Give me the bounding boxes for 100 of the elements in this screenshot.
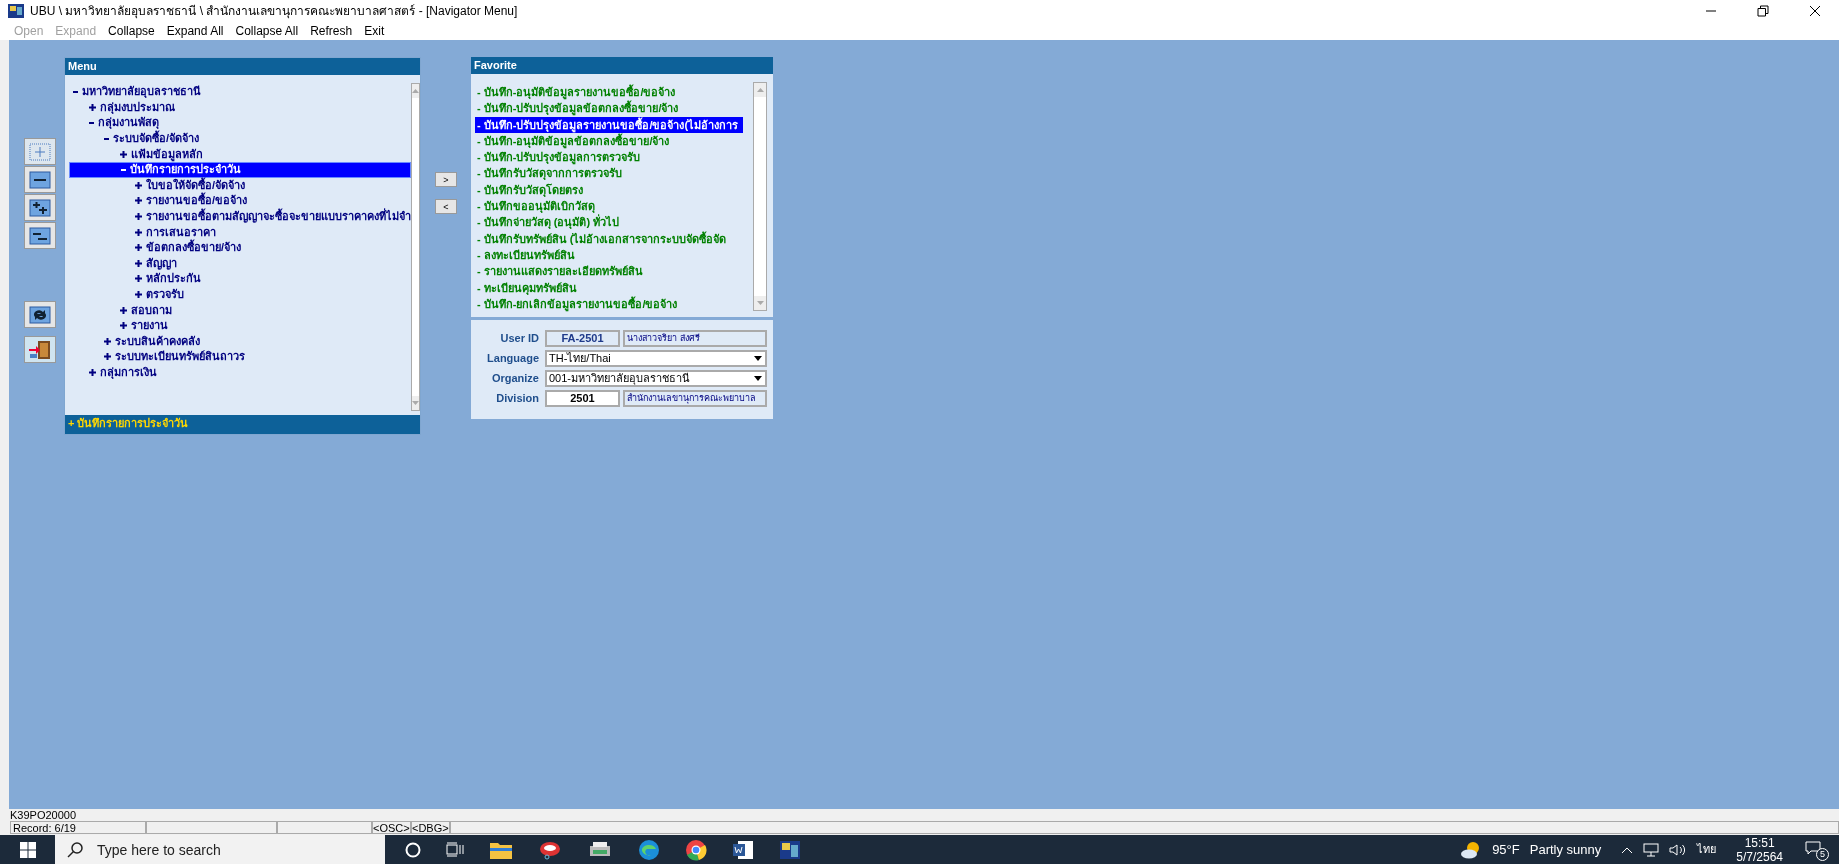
windows-start-icon[interactable] bbox=[19, 841, 36, 858]
notification-icon[interactable] bbox=[1805, 840, 1821, 855]
expand-icon[interactable] bbox=[119, 150, 127, 158]
collapse-all-icon[interactable] bbox=[27, 224, 53, 247]
collapse-icon[interactable] bbox=[104, 137, 109, 140]
dropdown-icon[interactable] bbox=[754, 376, 762, 381]
tree-item[interactable]: สอบถาม bbox=[69, 302, 411, 318]
exit-door-icon[interactable] bbox=[27, 338, 53, 361]
favorite-item[interactable]: - บันทึก-ปรับปรุงข้อมูลรายงานขอซื้อ/ขอจ้าง(ไม่อ้างการ bbox=[475, 116, 743, 133]
user-name-field: นางสาวจริยา ส่งศรี bbox=[623, 330, 767, 347]
speaker-icon[interactable] bbox=[1669, 842, 1688, 857]
favorite-item[interactable]: - รายงานแสดงรายละเอียดทรัพย์สิน bbox=[475, 263, 743, 280]
network-icon[interactable] bbox=[1643, 842, 1660, 857]
dropdown-icon[interactable] bbox=[754, 356, 762, 361]
expand-icon[interactable] bbox=[135, 213, 142, 221]
window-title: UBU \ มหาวิทยาลัยอุบลราชธานี \ สำนักงานเลขานุการคณะพยาบาลศาสตร์ - [Navigator Menu] bbox=[30, 3, 518, 20]
favorite-item[interactable]: - บันทึกรับวัสดุโดยตรง bbox=[475, 181, 743, 199]
app-icon bbox=[8, 4, 24, 18]
app-icon[interactable] bbox=[779, 839, 801, 860]
field-label: Division bbox=[495, 391, 540, 407]
clock-time: 15:51 bbox=[1744, 835, 1775, 850]
input-language[interactable]: ไทย bbox=[1697, 841, 1717, 858]
favorite-item[interactable]: - บันทึก-อนุมัติข้อมูลข้อตกลงซื้อขาย/จ้าง bbox=[475, 132, 743, 150]
menu-item[interactable]: Expand All bbox=[166, 22, 224, 40]
tree-item[interactable]: สัญญา bbox=[69, 255, 411, 272]
expand-icon[interactable] bbox=[135, 197, 142, 205]
collapse-icon[interactable] bbox=[73, 90, 78, 93]
favorite-item[interactable]: - บันทึกจ่ายวัสดุ (อนุมัติ) ทั่วไป bbox=[475, 214, 743, 231]
expand-all-icon[interactable] bbox=[27, 196, 53, 219]
browser-icon[interactable] bbox=[638, 838, 660, 861]
expand-icon[interactable] bbox=[135, 244, 142, 252]
menu-item[interactable]: Refresh bbox=[310, 22, 353, 40]
tree-item[interactable]: รายงานขอซื้อ/ขอจ้าง bbox=[69, 193, 411, 209]
chevron-up-icon[interactable] bbox=[1621, 845, 1634, 854]
tree-item[interactable]: ข้อตกลงซื้อขาย/จ้าง bbox=[69, 239, 411, 256]
language-dropdown[interactable]: TH-ไทย/Thai bbox=[545, 350, 767, 367]
expand-icon[interactable] bbox=[135, 291, 142, 298]
tree-item[interactable]: ระบบทะเบียนทรัพย์สินถาวร bbox=[69, 349, 411, 365]
status-cell: <DBG> bbox=[411, 821, 450, 834]
tree-item[interactable]: รายงานขอซื้อตามสัญญาจะซื้อจะขายแบบราคาคงที่ไม่จำ bbox=[69, 208, 411, 225]
search-field[interactable]: Type here to search bbox=[55, 835, 385, 864]
favorite-item[interactable]: - ลงทะเบียนทรัพย์สิน bbox=[475, 246, 743, 264]
restore-icon[interactable] bbox=[1757, 5, 1769, 17]
circle-icon[interactable] bbox=[405, 841, 421, 858]
move-button[interactable]: > bbox=[435, 172, 457, 187]
favorite-item[interactable]: - ทะเบียนคุมทรัพย์สิน bbox=[475, 279, 743, 296]
refresh-icon[interactable] bbox=[27, 303, 53, 326]
expand-icon[interactable] bbox=[135, 275, 142, 283]
tree-item[interactable]: ระบบจัดซื้อ/จัดจ้าง bbox=[69, 130, 411, 147]
favorite-item[interactable]: - บันทึก-ปรับปรุงข้อมูลการตรวจรับ bbox=[475, 149, 743, 166]
status-cell: Record: 6/19 bbox=[10, 821, 146, 834]
favorite-item[interactable]: - บันทึก-ปรับปรุงข้อมูลข้อตกลงซื้อขาย/จ้าง bbox=[475, 100, 743, 117]
organize-dropdown[interactable]: 001-มหาวิทยาลัยอุบลราชธานี bbox=[545, 370, 767, 387]
field-label: Language bbox=[486, 351, 540, 367]
panel-header: Favorite bbox=[471, 57, 773, 74]
notification-count: 5 bbox=[1816, 847, 1829, 861]
search-icon bbox=[67, 842, 83, 858]
tree-item[interactable]: บันทึกรายการประจำวัน bbox=[69, 161, 411, 178]
field-label: Organize bbox=[490, 371, 540, 387]
favorite-item[interactable]: - บันทึก-อนุมัติข้อมูลรายงานขอซื้อ/ขอจ้าง bbox=[475, 84, 743, 101]
menu-item[interactable]: Collapse bbox=[108, 22, 155, 40]
expand-icon[interactable] bbox=[88, 369, 96, 376]
user-id-field: FA-2501 bbox=[545, 330, 620, 347]
menu-item[interactable]: Collapse All bbox=[235, 22, 299, 40]
favorite-item[interactable]: - บันทึกรับทรัพย์สิน (ไม่อ้างเอกสารจากระบบจัดซื้อจัด bbox=[475, 230, 743, 247]
chrome-icon[interactable] bbox=[685, 838, 707, 861]
favorite-item[interactable]: - บันทึก-ยกเลิกข้อมูลรายงานขอซื้อ/ขอจ้าง bbox=[475, 295, 743, 313]
expand-icon[interactable] bbox=[88, 103, 96, 111]
menu-item[interactable]: Exit bbox=[364, 22, 385, 40]
form-code: K39PO20000 bbox=[10, 809, 78, 821]
tree-item[interactable]: กลุ่มงานพัสดุ bbox=[69, 115, 411, 131]
field-label: User ID bbox=[499, 331, 540, 347]
panel-footer: + บันทึกรายการประจำวัน bbox=[65, 415, 420, 434]
tree-item[interactable]: ระบบสินค้าคงคลัง bbox=[69, 333, 411, 350]
tree-item[interactable]: รายงาน bbox=[69, 317, 411, 334]
tree-item[interactable]: ตรวจรับ bbox=[69, 286, 411, 303]
favorite-item[interactable]: - บันทึกขออนุมัติเบิกวัสดุ bbox=[475, 198, 743, 215]
expand-icon[interactable] bbox=[104, 337, 111, 345]
close-icon[interactable] bbox=[1809, 5, 1821, 17]
app-icon[interactable] bbox=[538, 839, 562, 860]
division-field[interactable]: 2501 bbox=[545, 390, 620, 407]
tree-item[interactable]: กลุ่มการเงิน bbox=[69, 364, 411, 381]
collapse-icon[interactable] bbox=[120, 168, 126, 171]
expand-icon[interactable] bbox=[104, 353, 111, 361]
move-button[interactable]: < bbox=[435, 199, 457, 214]
expand-icon[interactable] bbox=[119, 306, 127, 314]
expand-icon[interactable] bbox=[135, 181, 142, 189]
expand-icon[interactable] bbox=[135, 228, 142, 236]
tree-item[interactable]: กลุ่มงบประมาณ bbox=[69, 99, 411, 116]
document-icon[interactable] bbox=[732, 839, 754, 860]
minus-icon[interactable] bbox=[27, 168, 53, 191]
tree-item[interactable]: มหาวิทยาลัยอุบลราชธานี bbox=[69, 84, 411, 100]
status-cell: <OSC> bbox=[372, 821, 411, 834]
favorite-item[interactable]: - บันทึกรับวัสดุจากการตรวจรับ bbox=[475, 165, 743, 182]
tree-item[interactable]: แฟ้มข้อมูลหลัก bbox=[69, 146, 411, 162]
expand-icon[interactable] bbox=[135, 259, 142, 267]
expand-icon[interactable] bbox=[119, 322, 127, 330]
tree-item[interactable]: หลักประกัน bbox=[69, 271, 411, 287]
task-view-icon[interactable] bbox=[446, 841, 464, 858]
tree-item[interactable]: การเสนอราคา bbox=[69, 224, 411, 240]
